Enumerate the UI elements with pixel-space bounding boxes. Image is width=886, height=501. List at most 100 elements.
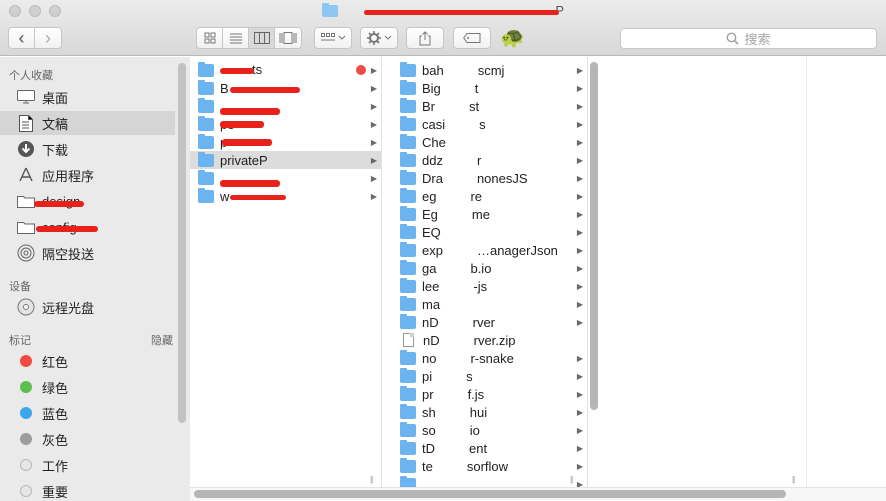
item-label: ma <box>422 296 441 312</box>
redaction-mark <box>230 86 300 93</box>
forward-button[interactable]: › <box>35 28 61 48</box>
list-item[interactable]: nD rver ▶ <box>382 313 587 331</box>
list-item[interactable]: ▶ <box>382 475 587 487</box>
list-item[interactable]: pr f.js ▶ <box>382 385 587 403</box>
sidebar-item-design[interactable]: design <box>0 189 175 213</box>
folder-icon <box>400 187 416 203</box>
gallery-view-button[interactable] <box>275 28 301 48</box>
sidebar-item-airdrop[interactable]: 隔空投送 <box>0 241 175 265</box>
back-button[interactable]: ‹ <box>9 28 35 48</box>
chevron-right-icon: ▶ <box>370 155 377 165</box>
list-item[interactable]: w ▶ <box>190 187 381 205</box>
tags-hide-link[interactable]: 隐藏 <box>151 332 173 348</box>
item-label: Big <box>422 80 441 96</box>
list-item[interactable]: lee -js ▶ <box>382 277 587 295</box>
sidebar-item-label: 隔空投送 <box>42 246 95 262</box>
item-label-tail: me <box>471 206 490 222</box>
redaction-mark <box>36 225 98 232</box>
list-item[interactable]: te sorflow ▶ <box>382 457 587 475</box>
redaction-mark <box>230 194 286 200</box>
back-forward-buttons: ‹ › <box>8 27 62 49</box>
list-item[interactable]: ts ▶ <box>190 61 381 79</box>
list-item[interactable]: tD ent ▶ <box>382 439 587 457</box>
group-button[interactable] <box>314 27 352 49</box>
tortoise-icon[interactable]: 🐢 <box>500 26 525 50</box>
gallery-view-icon <box>279 32 297 44</box>
sidebar-item-applications[interactable]: 应用程序 <box>0 163 175 187</box>
list-item[interactable]: so io ▶ <box>382 421 587 439</box>
list-item[interactable]: Che ▶ <box>382 133 587 151</box>
list-item[interactable]: ma ▶ <box>382 295 587 313</box>
list-item[interactable]: sh hui ▶ <box>382 403 587 421</box>
sidebar-tag-gray[interactable]: 灰色 <box>0 427 175 451</box>
tag-icon <box>463 33 481 43</box>
item-label: so <box>422 422 436 438</box>
list-item[interactable]: ddz r ▶ <box>382 151 587 169</box>
list-item[interactable]: exp …anagerJson ▶ <box>382 241 587 259</box>
list-item[interactable]: pe ▶ <box>190 115 381 133</box>
action-button[interactable] <box>360 27 398 49</box>
list-item[interactable]: ▶ <box>190 169 381 187</box>
list-item[interactable]: Br st ▶ <box>382 97 587 115</box>
zoom-window-button[interactable] <box>49 5 61 17</box>
minimize-window-button[interactable] <box>29 5 41 17</box>
folder-icon <box>400 277 416 293</box>
item-label: p <box>220 135 272 150</box>
list-item[interactable]: B ▶ <box>190 79 381 97</box>
column-resize-handle[interactable]: || <box>570 475 573 484</box>
list-item-selected[interactable]: privateP ▶ <box>190 151 381 169</box>
sidebar-item-config[interactable]: config <box>0 215 175 239</box>
list-item[interactable]: ga b.io ▶ <box>382 259 587 277</box>
item-label-tail: hui <box>469 404 488 420</box>
icon-view-button[interactable] <box>197 28 223 48</box>
folder-icon <box>400 295 416 311</box>
list-item[interactable]: EQ ▶ <box>382 223 587 241</box>
column-resize-handle[interactable]: || <box>370 475 373 484</box>
item-label: eg <box>422 188 437 204</box>
list-item[interactable]: casi s ▶ <box>382 115 587 133</box>
file-list-item[interactable]: nD rver.zip <box>382 331 587 349</box>
list-item[interactable]: Big t ▶ <box>382 79 587 97</box>
column-scrollbar[interactable] <box>590 62 598 410</box>
column-view-button[interactable] <box>249 28 275 48</box>
list-item[interactable]: eg re ▶ <box>382 187 587 205</box>
sidebar-scrollbar[interactable] <box>178 63 186 423</box>
list-item[interactable]: bah scmj ▶ <box>382 61 587 79</box>
sidebar-item-documents[interactable]: 文稿 <box>0 111 175 135</box>
folder-icon <box>400 439 416 455</box>
sidebar-tag-blue[interactable]: 蓝色 <box>0 401 175 425</box>
share-button[interactable] <box>406 27 444 49</box>
list-item[interactable]: p ▶ <box>190 133 381 151</box>
redaction-mark <box>220 108 280 115</box>
item-label: EQ <box>422 224 441 240</box>
edit-tags-button[interactable] <box>453 27 491 49</box>
redaction-mark <box>220 180 280 187</box>
search-field[interactable]: 搜索 <box>620 28 877 49</box>
sidebar-tag-green[interactable]: 绿色 <box>0 375 175 399</box>
list-item[interactable]: no r-snake ▶ <box>382 349 587 367</box>
item-label-tail: scmj <box>477 62 505 78</box>
item-label: privateP <box>220 152 268 168</box>
list-view-button[interactable] <box>223 28 249 48</box>
folder-icon <box>17 218 35 236</box>
airdrop-icon <box>17 244 35 262</box>
item-label: pe <box>220 117 264 132</box>
close-window-button[interactable] <box>9 5 21 17</box>
sidebar-tag-important[interactable]: 重要 <box>0 479 175 501</box>
sidebar-tag-work[interactable]: 工作 <box>0 453 175 477</box>
list-item[interactable]: ▶ <box>190 97 381 115</box>
sidebar-item-downloads[interactable]: 下载 <box>0 137 175 161</box>
sidebar-tag-red[interactable]: 红色 <box>0 349 175 373</box>
item-label: ga <box>422 260 437 276</box>
list-item[interactable]: pi s ▶ <box>382 367 587 385</box>
column-resize-handle[interactable]: || <box>792 475 795 484</box>
folder-icon <box>400 115 416 131</box>
horizontal-scrollbar[interactable] <box>194 490 786 498</box>
folder-icon <box>198 169 214 185</box>
list-item[interactable]: Dra nonesJS ▶ <box>382 169 587 187</box>
sidebar-item-remote-disc[interactable]: 远程光盘 <box>0 295 175 319</box>
list-item[interactable]: Eg me ▶ <box>382 205 587 223</box>
folder-icon <box>400 403 416 419</box>
folder-icon <box>400 313 416 329</box>
sidebar-item-desktop[interactable]: 桌面 <box>0 85 175 109</box>
